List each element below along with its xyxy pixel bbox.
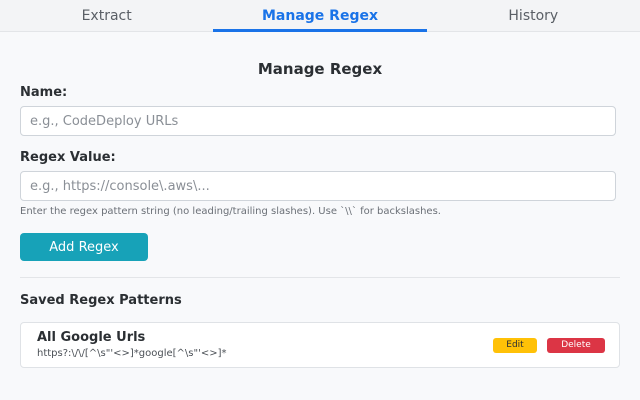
pattern-name: All Google Urls	[37, 329, 146, 345]
edit-button[interactable]: Edit	[493, 337, 537, 353]
tab-manage-regex[interactable]: Manage Regex	[213, 0, 427, 32]
saved-pattern-item: All Google Urls https?:\/\/[^\s"'<>]*goo…	[20, 322, 620, 368]
tab-bar: Extract Manage Regex History	[0, 0, 640, 32]
regex-value-label: Regex Value:	[20, 150, 116, 165]
pattern-info: All Google Urls https?:\/\/[^\s"'<>]*goo…	[37, 329, 227, 360]
main-content: Manage Regex Name: Regex Value: Enter th…	[0, 61, 640, 368]
regex-value-input[interactable]	[20, 171, 616, 201]
page-title: Manage Regex	[257, 60, 383, 78]
name-input[interactable]	[20, 106, 616, 136]
pattern-value: https?:\/\/[^\s"'<>]*google[^\s"'<>]*	[37, 347, 227, 359]
delete-button[interactable]: Delete	[547, 337, 605, 353]
regex-help-text: Enter the regex pattern string (no leadi…	[20, 206, 441, 217]
pattern-actions: Edit Delete	[493, 337, 605, 353]
name-label: Name:	[20, 85, 68, 100]
add-regex-button[interactable]: Add Regex	[20, 233, 148, 261]
saved-patterns-title: Saved Regex Patterns	[20, 293, 182, 308]
tab-history[interactable]: History	[427, 0, 640, 31]
section-divider	[20, 277, 620, 278]
tab-extract[interactable]: Extract	[0, 0, 213, 31]
